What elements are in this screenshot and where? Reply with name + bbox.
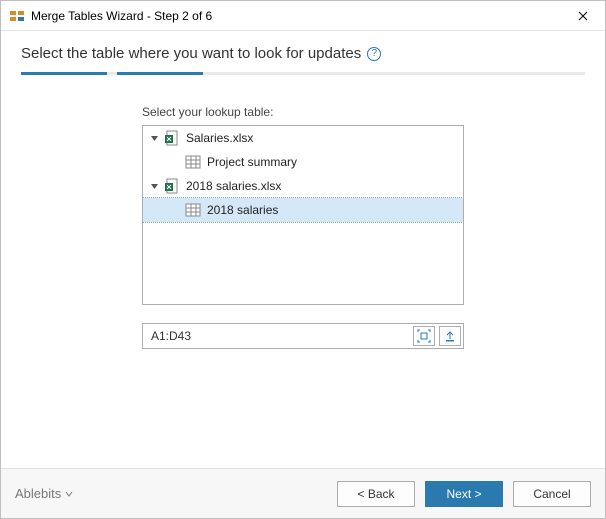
tree-sheet-row[interactable]: 2018 salaries — [143, 198, 463, 222]
select-range-button[interactable] — [413, 326, 435, 346]
range-input[interactable] — [149, 328, 409, 344]
step-instruction-row: Select the table where you want to look … — [21, 45, 585, 62]
excel-file-icon — [164, 130, 180, 146]
help-icon[interactable]: ? — [367, 47, 381, 61]
workbook-tree[interactable]: Salaries.xlsx Project summary — [142, 125, 464, 305]
sheet-icon — [185, 154, 201, 170]
tree-node-label: Salaries.xlsx — [184, 131, 253, 145]
select-range-icon — [417, 329, 431, 343]
brand-label: Ablebits — [15, 486, 61, 501]
tree-workbook-row[interactable]: Salaries.xlsx — [143, 126, 463, 150]
range-row — [142, 323, 464, 349]
lookup-label: Select your lookup table: — [142, 105, 464, 119]
tree-sheet-row[interactable]: Project summary — [143, 150, 463, 174]
excel-file-icon — [164, 178, 180, 194]
close-button[interactable] — [560, 1, 605, 30]
chevron-down-icon — [65, 490, 73, 498]
expand-icon — [443, 329, 457, 343]
app-icon — [9, 8, 25, 24]
next-button[interactable]: Next > — [425, 481, 503, 507]
tree-node-label: Project summary — [205, 155, 297, 169]
tree-workbook-row[interactable]: 2018 salaries.xlsx — [143, 174, 463, 198]
content-area: Select the table where you want to look … — [1, 31, 605, 468]
footer: Ablebits < Back Next > Cancel — [1, 468, 605, 518]
expand-range-button[interactable] — [439, 326, 461, 346]
window-title: Merge Tables Wizard - Step 2 of 6 — [31, 9, 560, 23]
lookup-panel: Select your lookup table: Salaries.xlsx — [142, 105, 464, 349]
tree-node-label: 2018 salaries — [205, 203, 278, 217]
cancel-button[interactable]: Cancel — [513, 481, 591, 507]
sheet-icon — [185, 202, 201, 218]
progress-bar — [21, 72, 585, 75]
tree-node-label: 2018 salaries.xlsx — [184, 179, 281, 193]
back-button[interactable]: < Back — [337, 481, 415, 507]
chevron-down-icon[interactable] — [149, 133, 160, 144]
step-instruction: Select the table where you want to look … — [21, 45, 361, 62]
brand-menu[interactable]: Ablebits — [15, 486, 73, 501]
close-icon — [578, 11, 588, 21]
titlebar: Merge Tables Wizard - Step 2 of 6 — [1, 1, 605, 31]
chevron-down-icon[interactable] — [149, 181, 160, 192]
